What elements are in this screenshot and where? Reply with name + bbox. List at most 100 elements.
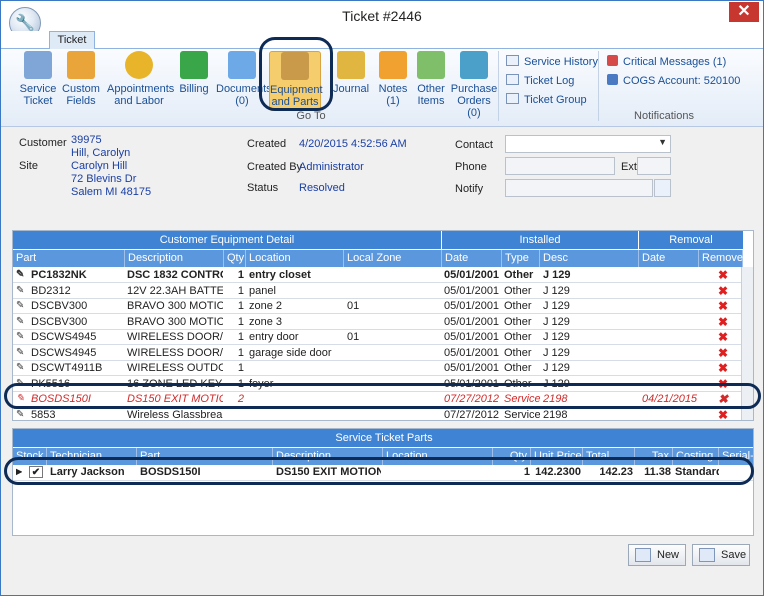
purchase-orders-button[interactable]: Purchase Orders (0) (450, 51, 498, 119)
ticket-group-button[interactable]: Ticket Group (506, 93, 587, 106)
notifications-group-label: Notifications (634, 110, 694, 122)
desc-cell: Wireless Glassbreak (127, 408, 223, 421)
cogs-account-link[interactable]: COGS Account: 520100 (607, 74, 740, 87)
part-cell: BD2312 (31, 284, 71, 297)
customer-label: Customer (19, 137, 67, 149)
col-local-zone[interactable]: Local Zone (344, 250, 442, 267)
remove-icon[interactable]: ✖ (718, 284, 732, 298)
edit-icon[interactable]: ✎ (16, 315, 24, 329)
remove-icon[interactable]: ✖ (718, 330, 732, 344)
date-cell: 05/01/2001 (444, 331, 500, 343)
service-ticket-button[interactable]: Service Ticket (11, 51, 65, 107)
mail-icon[interactable] (654, 179, 671, 197)
equipment-row[interactable]: ✎ DSCWT4911B WIRELESS OUTDO... 1 05/01/2001 O… (13, 361, 743, 376)
equipment-row[interactable]: ✎ PC1832NK DSC 1832 CONTRO... 1 entry closet… (13, 268, 743, 283)
equipment-row[interactable]: ✎ DSCWS4945 WIRELESS DOOR/... 1 garage side … (13, 346, 743, 361)
idesc-cell: J 129 (543, 362, 570, 374)
save-button[interactable]: Save (692, 544, 750, 566)
remove-icon[interactable]: ✖ (718, 361, 732, 375)
equipment-row[interactable]: ✎ DSCBV300 BRAVO 300 MOTION 1 zone 2 01 05/01/… (13, 299, 743, 314)
equipment-row[interactable]: ✎ DSCWS4945 WIRELESS DOOR/... 1 entry door 01… (13, 330, 743, 345)
journal-button[interactable]: Journal (329, 51, 373, 95)
ticket-log-button[interactable]: Ticket Log (506, 74, 574, 87)
customer-id-link[interactable]: 39975 (71, 134, 102, 147)
phone-field[interactable] (505, 157, 615, 175)
ticket-window: 🔧 Ticket #2446 ✕ Ticket Service Ticket C… (0, 0, 764, 596)
idesc-cell: 2198 (543, 408, 568, 421)
close-button[interactable]: ✕ (729, 2, 759, 22)
custom-fields-button[interactable]: Custom Fields (59, 51, 103, 107)
part-cell: PC1832NK (31, 269, 87, 281)
equipment-row[interactable]: ✎ BD2312 12V 22.3AH BATTER... 1 panel 05/01/2… (13, 284, 743, 299)
equipment-row[interactable]: ✎ DSCBV300 BRAVO 300 MOTION 1 zone 3 05/01/20… (13, 315, 743, 330)
service-history-button[interactable]: Service History (506, 55, 598, 68)
part-cell: DSCWT4911B (31, 362, 103, 374)
col-desc[interactable]: Desc (540, 250, 639, 267)
edit-icon[interactable]: ✎ (16, 330, 24, 344)
desc-cell: WIRELESS DOOR/... (127, 346, 223, 359)
col-qty[interactable]: Qty (224, 250, 246, 267)
date-cell: 07/27/2012 (444, 408, 500, 421)
part-cell: DSCWS4945 (31, 331, 97, 343)
remove-icon[interactable]: ✖ (718, 299, 732, 313)
edit-icon[interactable]: ✎ (16, 284, 24, 298)
edit-icon[interactable]: ✎ (16, 361, 24, 375)
loc-cell: entry closet (249, 269, 311, 281)
remove-icon[interactable]: ✖ (718, 315, 732, 329)
edit-icon[interactable]: ✎ (16, 299, 24, 313)
dollar-icon (180, 51, 208, 79)
note-icon (379, 51, 407, 79)
notes-button[interactable]: Notes (1) (374, 51, 412, 107)
group-icon (506, 93, 519, 104)
col-installed-date[interactable]: Date (442, 250, 502, 267)
remove-icon[interactable]: ✖ (718, 346, 732, 360)
customer-name: Hill, Carolyn (71, 147, 131, 159)
equipment-row[interactable]: ✎ 5853 Wireless Glassbreak 07/27/2012 Servic… (13, 408, 743, 421)
date-cell: 05/01/2001 (444, 269, 500, 281)
col-remove[interactable]: Remove (699, 250, 743, 267)
qty-cell: 1 (237, 284, 244, 297)
col-description[interactable]: Description (125, 250, 224, 267)
ext-field[interactable] (637, 157, 671, 175)
chevron-down-icon: ▼ (658, 137, 667, 147)
contact-label: Contact (455, 139, 493, 151)
new-button[interactable]: New (628, 544, 686, 566)
remove-icon[interactable]: ✖ (718, 268, 732, 282)
status-label: Status (247, 182, 279, 194)
tag-icon (417, 51, 445, 79)
document-icon (228, 51, 256, 79)
contact-dropdown[interactable]: ▼ (505, 135, 671, 153)
qty-cell: 1 (237, 300, 244, 312)
col-removal-date[interactable]: Date (639, 250, 699, 267)
equipment-detail-header: Customer Equipment Detail (13, 231, 441, 249)
site-street: 72 Blevins Dr (71, 173, 137, 185)
phone-label: Phone (455, 161, 487, 173)
highlight-ring (4, 457, 754, 485)
billing-button[interactable]: Billing (175, 51, 213, 95)
qty-cell: 1 (237, 346, 244, 359)
ribbon: Service Ticket Custom Fields Appointment… (1, 49, 763, 127)
save-icon (699, 548, 715, 562)
desc-cell: WIRELESS DOOR/... (127, 331, 223, 343)
edit-icon[interactable]: ✎ (16, 346, 24, 360)
highlight-ring (4, 383, 761, 409)
col-type[interactable]: Type (502, 250, 540, 267)
site-name: Carolyn Hill (71, 160, 128, 172)
date-cell: 05/01/2001 (444, 362, 500, 374)
part-cell: DSCBV300 (31, 300, 88, 312)
col-part[interactable]: Part (13, 250, 125, 267)
desc-cell: DSC 1832 CONTRO... (127, 269, 223, 281)
notify-field[interactable] (505, 179, 653, 197)
other-items-button[interactable]: Other Items (413, 51, 449, 107)
tab-ticket[interactable]: Ticket (49, 31, 95, 49)
appointments-labor-button[interactable]: Appointments and Labor (107, 51, 174, 107)
col-location[interactable]: Location (246, 250, 344, 267)
edit-icon[interactable]: ✎ (16, 268, 24, 282)
remove-icon[interactable]: ✖ (718, 408, 732, 421)
highlight-ring (259, 37, 333, 111)
history-icon (506, 55, 519, 66)
critical-messages-link[interactable]: Critical Messages (1) (607, 55, 726, 68)
type-cell: Other (504, 300, 532, 312)
edit-icon[interactable]: ✎ (16, 408, 24, 421)
goto-group-label: Go To (296, 110, 326, 122)
